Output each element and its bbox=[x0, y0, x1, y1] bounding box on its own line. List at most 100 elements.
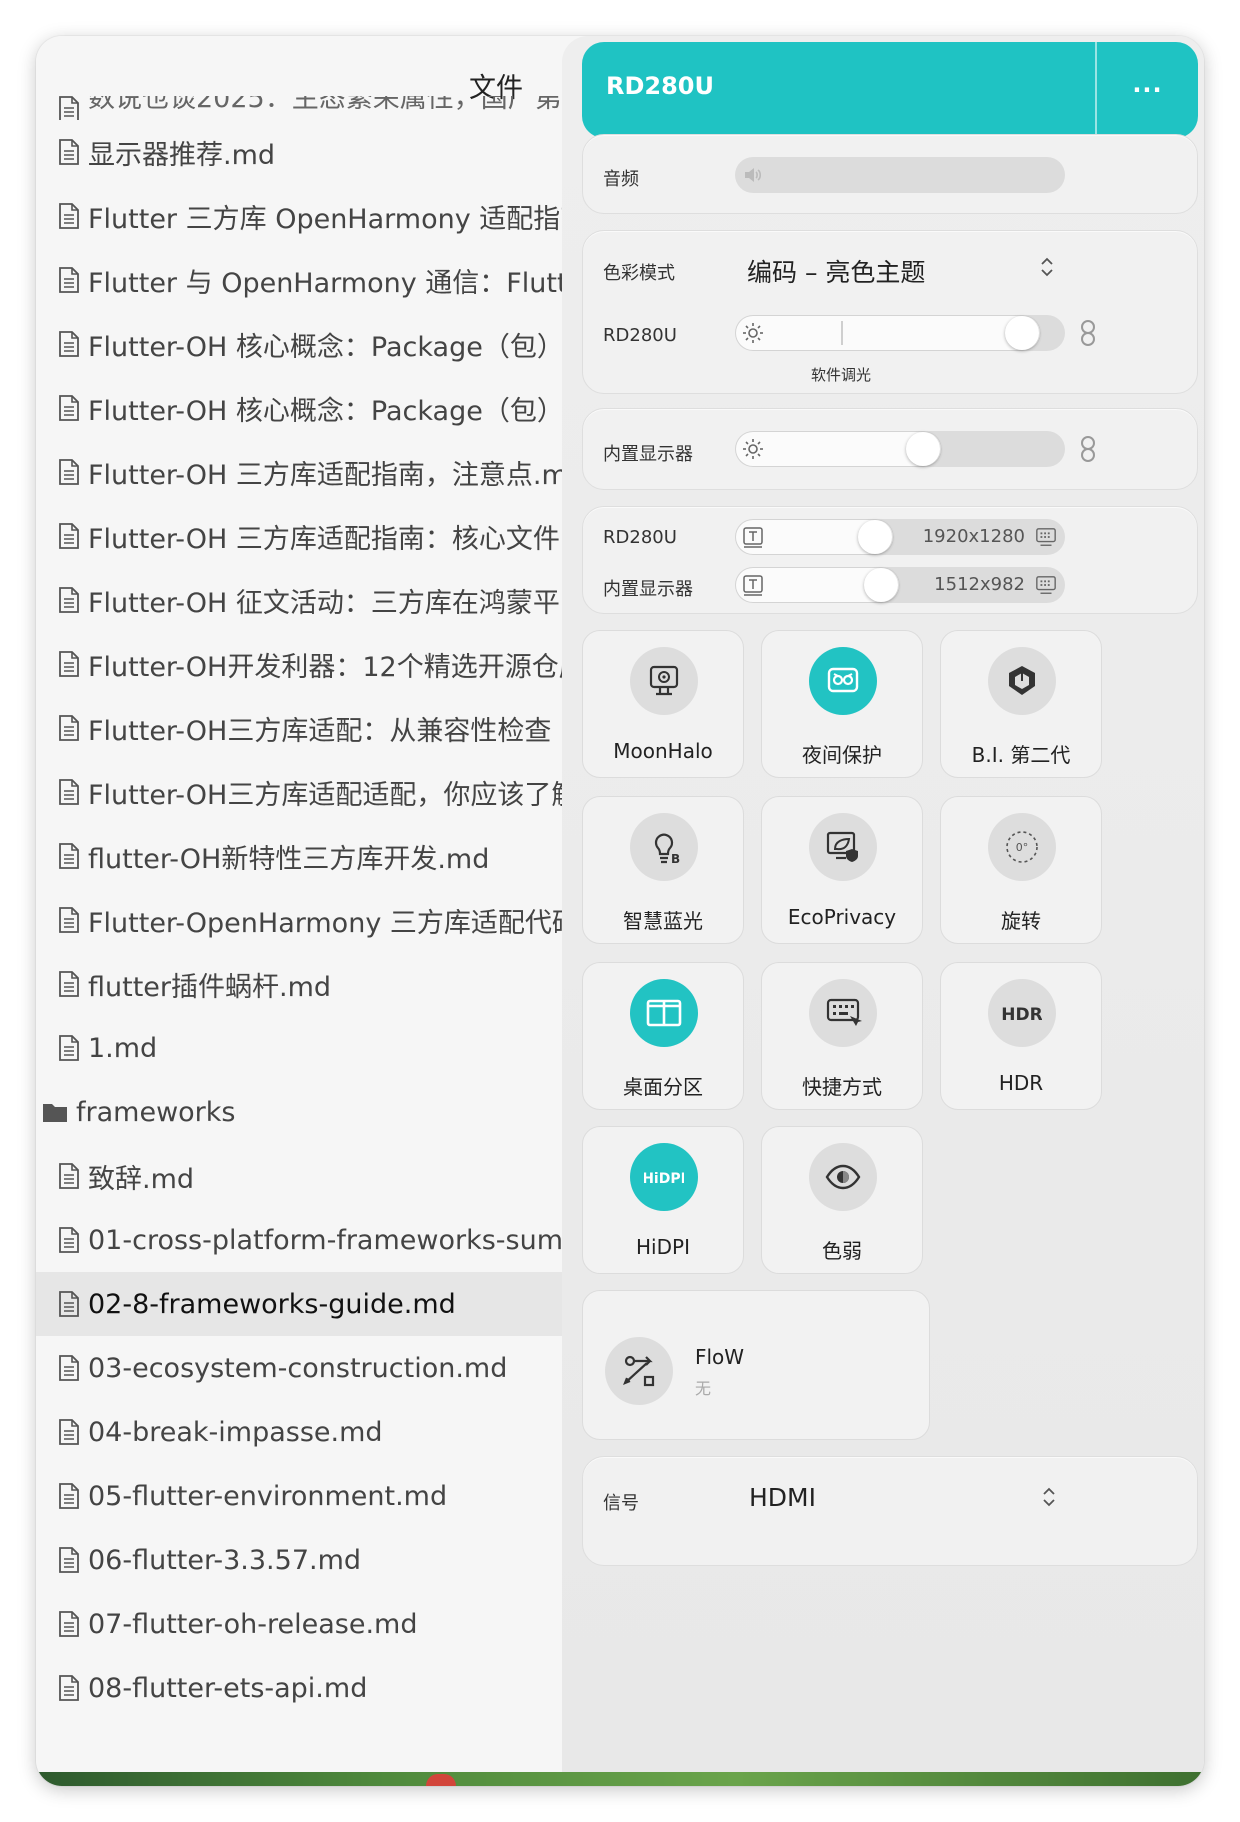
document-icon bbox=[59, 971, 79, 997]
bi-gen2-icon bbox=[988, 647, 1056, 715]
file-name: Flutter-OH三方库适配：从兼容性检查 bbox=[88, 715, 552, 747]
tile-bi-gen2[interactable]: B.I. 第二代 bbox=[940, 630, 1102, 778]
list-item[interactable]: Flutter-OH 核心概念：Package（包） bbox=[36, 312, 646, 376]
tile-smart-bluelight[interactable]: B 智慧蓝光 bbox=[582, 796, 744, 944]
list-item[interactable]: Flutter-OH开发利器：12个精选开源仓库 bbox=[36, 632, 646, 696]
list-item[interactable]: Flutter-OH 征文活动：三方库在鸿蒙平台 bbox=[36, 568, 646, 632]
tile-label: HiDPI bbox=[636, 1235, 690, 1259]
document-icon bbox=[59, 203, 79, 229]
file-name: 致辞.md bbox=[88, 1163, 195, 1195]
list-item[interactable]: 05-flutter-environment.md bbox=[36, 1464, 646, 1528]
file-name: 1.md bbox=[88, 1032, 158, 1064]
tile-color-weak[interactable]: 色弱 bbox=[761, 1126, 923, 1274]
list-item[interactable]: Flutter 与 OpenHarmony 通信：Flutter bbox=[36, 248, 646, 312]
slider-knob[interactable] bbox=[864, 568, 898, 602]
file-list: 数说也谈2025：生态繁荣属性，国产第 显示器推荐.md Flutter 三方库 O… bbox=[36, 96, 646, 1720]
monitor-control-panel: RD280U ··· 音频 色彩模式 编码 – 亮色主题 RD280U 软件调光… bbox=[562, 36, 1204, 1786]
flow-status: 无 bbox=[695, 1379, 712, 1398]
tile-hdr[interactable]: HDR HDR bbox=[940, 962, 1102, 1110]
device-header[interactable]: RD280U ··· bbox=[582, 42, 1198, 138]
moonhalo-icon bbox=[630, 647, 698, 715]
tile-desktop-partition[interactable]: 桌面分区 bbox=[582, 962, 744, 1110]
tile-night-protection[interactable]: 夜间保护 bbox=[761, 630, 923, 778]
list-item[interactable]: 数说也谈2025：生态繁荣属性，国产第 bbox=[36, 96, 646, 120]
slider-knob[interactable] bbox=[1005, 316, 1039, 350]
document-icon bbox=[59, 96, 79, 120]
file-name: 05-flutter-environment.md bbox=[88, 1480, 448, 1512]
list-item[interactable]: Flutter-OH三方库适配适配，你应该了解 bbox=[36, 760, 646, 824]
list-item[interactable]: Flutter-OH 三方库适配指南：核心文件 bbox=[36, 504, 646, 568]
list-item[interactable]: Flutter-OH三方库适配：从兼容性检查 bbox=[36, 696, 646, 760]
tile-label: 夜间保护 bbox=[802, 743, 882, 767]
text-size-icon bbox=[743, 527, 763, 548]
list-item[interactable]: Flutter 三方库 OpenHarmony 适配指南 bbox=[36, 184, 646, 248]
list-item[interactable]: 07-flutter-oh-release.md bbox=[36, 1592, 646, 1656]
flow-name: FloW bbox=[695, 1345, 745, 1369]
list-item[interactable]: 01-cross-platform-frameworks-summary.md bbox=[36, 1208, 646, 1272]
signal-card: 信号 HDMI bbox=[582, 1456, 1198, 1566]
file-name: Flutter-OH 核心概念：Package（包） bbox=[88, 395, 564, 427]
shortcut-icon bbox=[809, 979, 877, 1047]
svg-text:B: B bbox=[671, 852, 680, 866]
tile-label: 智慧蓝光 bbox=[623, 909, 703, 933]
slider-knob[interactable] bbox=[858, 520, 892, 554]
file-name: 02-8-frameworks-guide.md bbox=[88, 1288, 456, 1320]
tile-moonhalo[interactable]: MoonHalo bbox=[582, 630, 744, 778]
resolution-slider-rd280u[interactable]: 1920x1280 bbox=[735, 519, 1065, 555]
color-mode-select[interactable]: 编码 – 亮色主题 bbox=[747, 253, 925, 289]
device-name: RD280U bbox=[606, 72, 714, 100]
tile-hidpi[interactable]: HiDPI HiDPI bbox=[582, 1126, 744, 1274]
signal-label: 信号 bbox=[603, 1493, 639, 1514]
chevron-updown-icon[interactable] bbox=[1039, 253, 1055, 281]
link-icon[interactable] bbox=[1079, 435, 1097, 463]
sun-icon bbox=[743, 439, 763, 459]
brightness-slider-rd280u[interactable] bbox=[735, 315, 1065, 351]
tile-shortcut[interactable]: 快捷方式 bbox=[761, 962, 923, 1110]
list-item[interactable]: flutter-OH新特性三方库开发.md bbox=[36, 824, 646, 888]
document-icon bbox=[59, 139, 79, 165]
tile-ecoprivacy[interactable]: EcoPrivacy bbox=[761, 796, 923, 944]
list-item[interactable]: 04-break-impasse.md bbox=[36, 1400, 646, 1464]
more-button[interactable]: ··· bbox=[1097, 42, 1198, 138]
folder-item[interactable]: frameworks bbox=[36, 1080, 646, 1144]
resolution-slider-builtin[interactable]: 1512x982 bbox=[735, 567, 1065, 603]
document-icon bbox=[59, 1163, 79, 1189]
list-item[interactable]: Flutter-OH 核心概念：Package（包） bbox=[36, 376, 646, 440]
document-icon bbox=[59, 1675, 79, 1701]
file-name: Flutter-OH 核心概念：Package（包） bbox=[88, 331, 564, 363]
tile-label: B.I. 第二代 bbox=[971, 743, 1071, 767]
tile-rotate[interactable]: 0° 旋转 bbox=[940, 796, 1102, 944]
rotate-icon: 0° bbox=[988, 813, 1056, 881]
list-item[interactable]: 06-flutter-3.3.57.md bbox=[36, 1528, 646, 1592]
list-item[interactable]: 03-ecosystem-construction.md bbox=[36, 1336, 646, 1400]
list-item[interactable]: 02-8-frameworks-guide.md bbox=[36, 1272, 646, 1336]
file-name: Flutter-OH 三方库适配指南，注意点.md bbox=[88, 459, 585, 491]
hdr-icon: HDR bbox=[988, 979, 1056, 1047]
list-item[interactable]: Flutter-OH 三方库适配指南，注意点.md bbox=[36, 440, 646, 504]
list-item[interactable]: 08-flutter-ets-api.md bbox=[36, 1656, 646, 1720]
document-icon bbox=[59, 331, 79, 357]
list-item[interactable]: 1.md bbox=[36, 1016, 646, 1080]
slider-knob[interactable] bbox=[906, 432, 940, 466]
file-name: Flutter 与 OpenHarmony 通信：Flutter bbox=[88, 267, 596, 299]
ecoprivacy-icon bbox=[809, 813, 877, 881]
chevron-updown-icon[interactable] bbox=[1041, 1483, 1057, 1511]
document-icon bbox=[59, 651, 79, 677]
file-name: Flutter-OH 征文活动：三方库在鸿蒙平台 bbox=[88, 587, 587, 619]
list-item[interactable]: Flutter-OpenHarmony 三方库适配代码 bbox=[36, 888, 646, 952]
software-dimming-label: 软件调光 bbox=[811, 366, 872, 384]
list-item[interactable]: flutter插件蜗杆.md bbox=[36, 952, 646, 1016]
document-icon bbox=[59, 395, 79, 421]
list-item[interactable]: 显示器推荐.md bbox=[36, 120, 646, 184]
audio-slider[interactable] bbox=[735, 157, 1065, 193]
tile-label: 快捷方式 bbox=[802, 1075, 882, 1099]
tile-label: 色弱 bbox=[822, 1239, 862, 1263]
link-icon[interactable] bbox=[1079, 319, 1097, 347]
desktop-wallpaper bbox=[36, 1772, 1204, 1786]
brightness-slider-builtin[interactable] bbox=[735, 431, 1065, 467]
flow-tile[interactable]: FloW 无 bbox=[582, 1290, 930, 1440]
file-name: Flutter-OH开发利器：12个精选开源仓库 bbox=[88, 651, 586, 683]
signal-select[interactable]: HDMI bbox=[749, 1483, 816, 1512]
list-item[interactable]: 致辞.md bbox=[36, 1144, 646, 1208]
document-icon bbox=[59, 907, 79, 933]
